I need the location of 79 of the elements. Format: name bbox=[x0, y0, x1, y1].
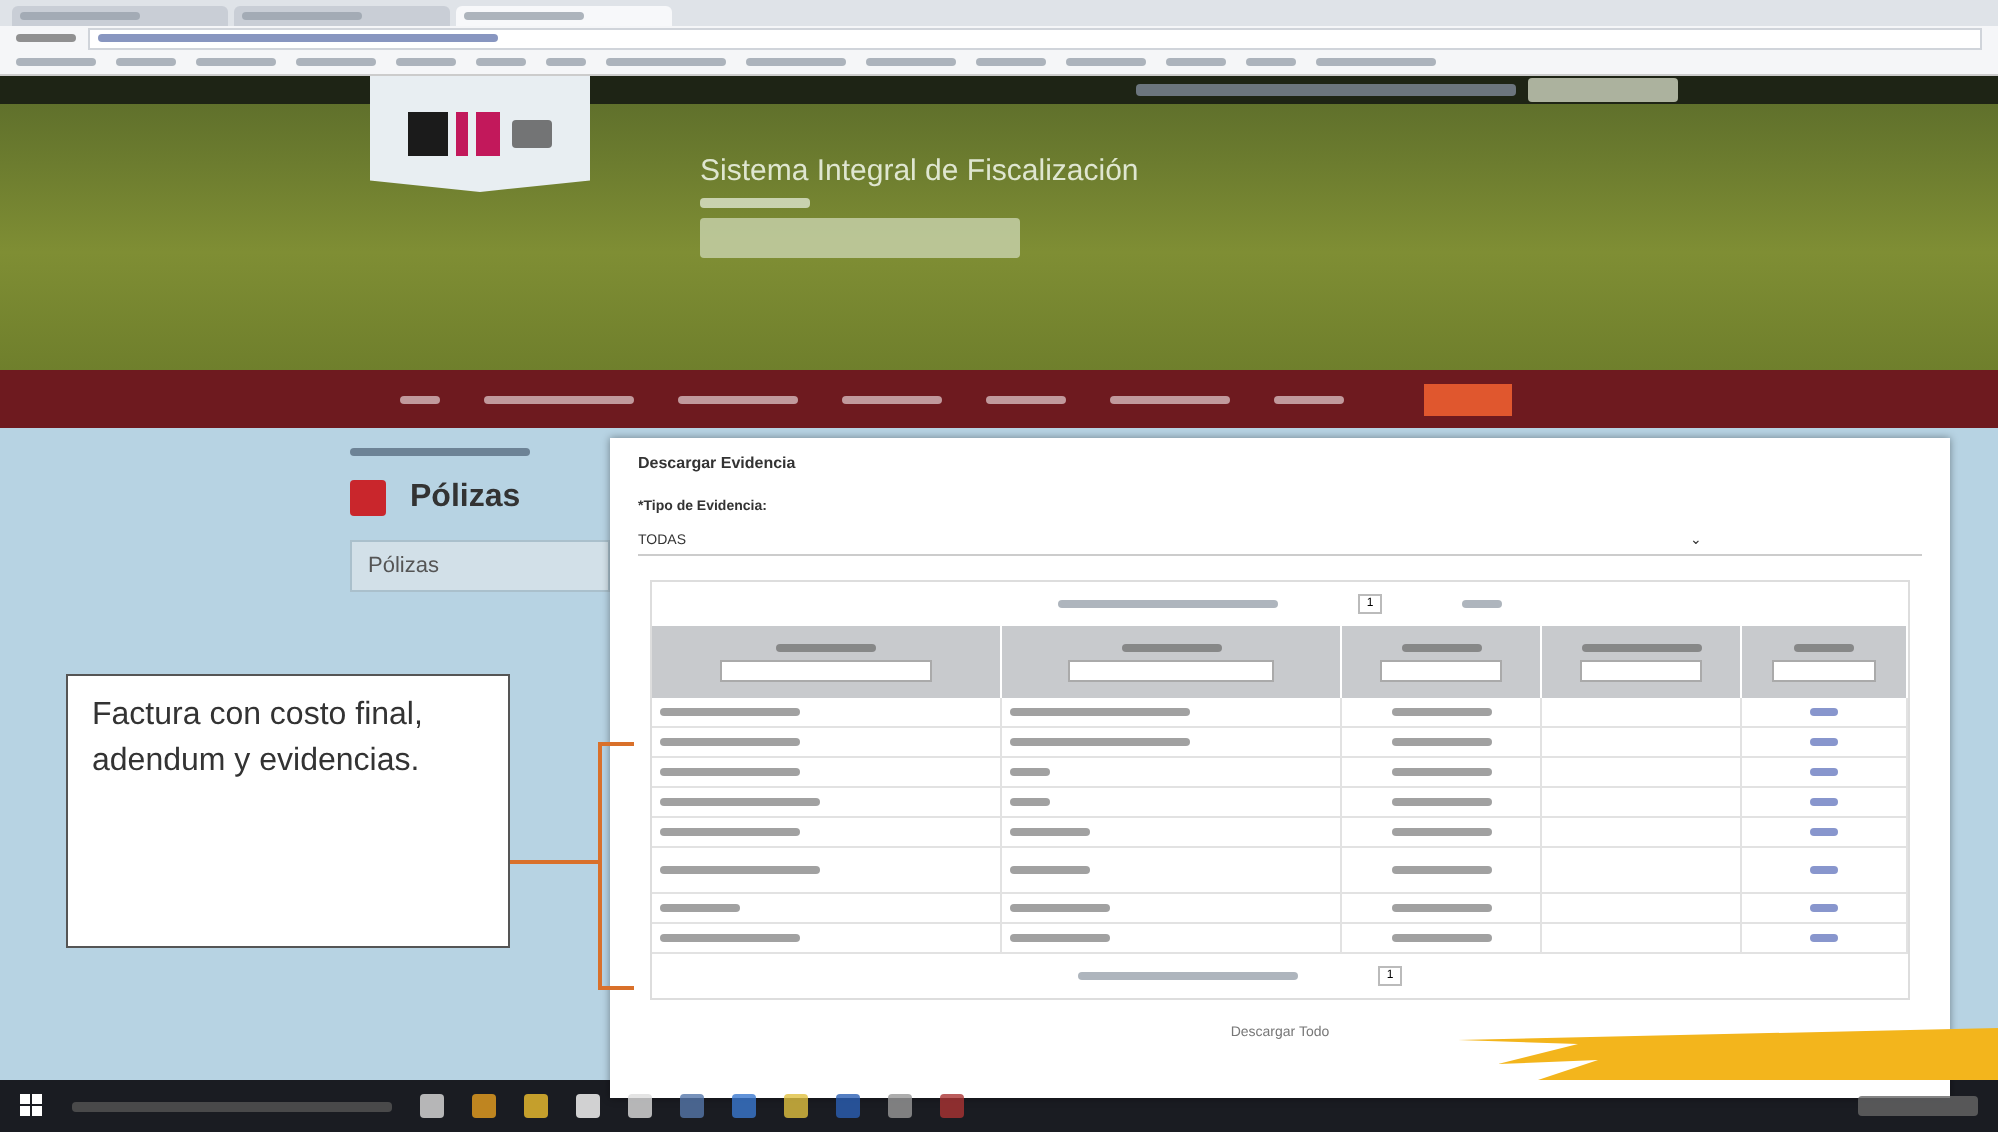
blurred-text-drawing bbox=[700, 198, 810, 208]
blurred-text-drawing bbox=[1391, 738, 1491, 746]
windows-start-icon[interactable] bbox=[20, 1094, 44, 1118]
bookmark-item[interactable] bbox=[1066, 58, 1146, 66]
blurred-text-drawing bbox=[660, 768, 800, 776]
blurred-text-drawing bbox=[1391, 866, 1491, 874]
menu-item[interactable] bbox=[1110, 395, 1230, 403]
bookmark-item[interactable] bbox=[296, 58, 376, 66]
blurred-text-drawing bbox=[1391, 798, 1491, 806]
navigation-buttons-drawing bbox=[16, 34, 76, 42]
blurred-text-drawing bbox=[20, 12, 140, 20]
blurred-text-drawing bbox=[1391, 904, 1491, 912]
menu-item[interactable] bbox=[484, 395, 634, 403]
file-link[interactable] bbox=[1810, 828, 1838, 836]
file-link[interactable] bbox=[1810, 768, 1838, 776]
blurred-text-drawing bbox=[242, 12, 362, 20]
blurred-text-drawing bbox=[1010, 904, 1110, 912]
blurred-text-drawing bbox=[1010, 934, 1110, 942]
bookmark-item[interactable] bbox=[476, 58, 526, 66]
filter-field[interactable] bbox=[1579, 659, 1703, 681]
menu-item[interactable] bbox=[400, 395, 440, 403]
bookmark-item[interactable] bbox=[1166, 58, 1226, 66]
bookmark-item[interactable] bbox=[196, 58, 276, 66]
bookmark-item[interactable] bbox=[396, 58, 456, 66]
file-link[interactable] bbox=[1810, 708, 1838, 716]
modal-title: Descargar Evidencia bbox=[638, 454, 798, 472]
blurred-text-drawing bbox=[660, 934, 800, 942]
blurred-text-drawing bbox=[1010, 768, 1050, 776]
page-title: Pólizas bbox=[410, 480, 521, 516]
browser-tab[interactable] bbox=[234, 6, 450, 26]
file-link[interactable] bbox=[1810, 904, 1838, 912]
menu-item[interactable] bbox=[678, 395, 798, 403]
blurred-text-drawing bbox=[464, 12, 584, 20]
callout-text: Factura con costo final, adendum y evidencias. bbox=[66, 674, 510, 948]
taskbar-app-icon[interactable] bbox=[420, 1094, 444, 1118]
blurred-text-drawing bbox=[1010, 828, 1090, 836]
browser-tab[interactable] bbox=[12, 6, 228, 26]
filter-field[interactable] bbox=[1379, 659, 1503, 681]
bookmark-item[interactable] bbox=[546, 58, 586, 66]
blurred-text-drawing bbox=[660, 738, 800, 746]
system-title: Sistema Integral de Fiscalización bbox=[700, 154, 1139, 188]
blurred-text-drawing bbox=[1391, 708, 1491, 716]
panel-header: Pólizas bbox=[350, 540, 610, 592]
menu-item[interactable] bbox=[986, 395, 1066, 403]
address-field[interactable] bbox=[88, 27, 1982, 49]
menu-item[interactable] bbox=[1274, 395, 1344, 403]
bookmark-item[interactable] bbox=[16, 58, 96, 66]
taskbar-search-field[interactable] bbox=[72, 1101, 392, 1111]
taskbar-app-icon[interactable] bbox=[524, 1094, 548, 1118]
blurred-text-drawing bbox=[660, 828, 800, 836]
blurred-text-drawing bbox=[660, 904, 740, 912]
file-link[interactable] bbox=[1810, 738, 1838, 746]
file-link[interactable] bbox=[1810, 798, 1838, 806]
filter-field[interactable] bbox=[1772, 659, 1876, 681]
filter-field[interactable] bbox=[1067, 659, 1275, 681]
exit-button[interactable] bbox=[1424, 383, 1512, 415]
bookmark-item[interactable] bbox=[606, 58, 726, 66]
page-size-select[interactable] bbox=[1461, 600, 1502, 608]
filter-field[interactable] bbox=[719, 659, 933, 681]
bookmark-item[interactable] bbox=[116, 58, 176, 66]
taskbar-app-icon[interactable] bbox=[576, 1094, 600, 1118]
system-tray-drawing bbox=[1858, 1096, 1978, 1116]
blurred-text-drawing bbox=[1391, 828, 1491, 836]
bookmark-item[interactable] bbox=[1246, 58, 1296, 66]
blurred-text-drawing bbox=[1010, 798, 1050, 806]
file-link[interactable] bbox=[1810, 866, 1838, 874]
bookmark-item[interactable] bbox=[866, 58, 956, 66]
bookmark-item[interactable] bbox=[976, 58, 1046, 66]
blurred-text-drawing bbox=[1391, 934, 1491, 942]
taskbar-app-icon[interactable] bbox=[472, 1094, 496, 1118]
file-link[interactable] bbox=[1810, 934, 1838, 942]
menu-item[interactable] bbox=[842, 395, 942, 403]
blurred-text-drawing bbox=[1391, 768, 1491, 776]
page-icon bbox=[350, 480, 386, 516]
blurred-text-drawing bbox=[1010, 866, 1090, 874]
browser-tab[interactable] bbox=[456, 6, 672, 26]
bookmark-item[interactable] bbox=[1316, 58, 1436, 66]
bookmark-item[interactable] bbox=[746, 58, 846, 66]
blurred-text-drawing bbox=[660, 708, 800, 716]
